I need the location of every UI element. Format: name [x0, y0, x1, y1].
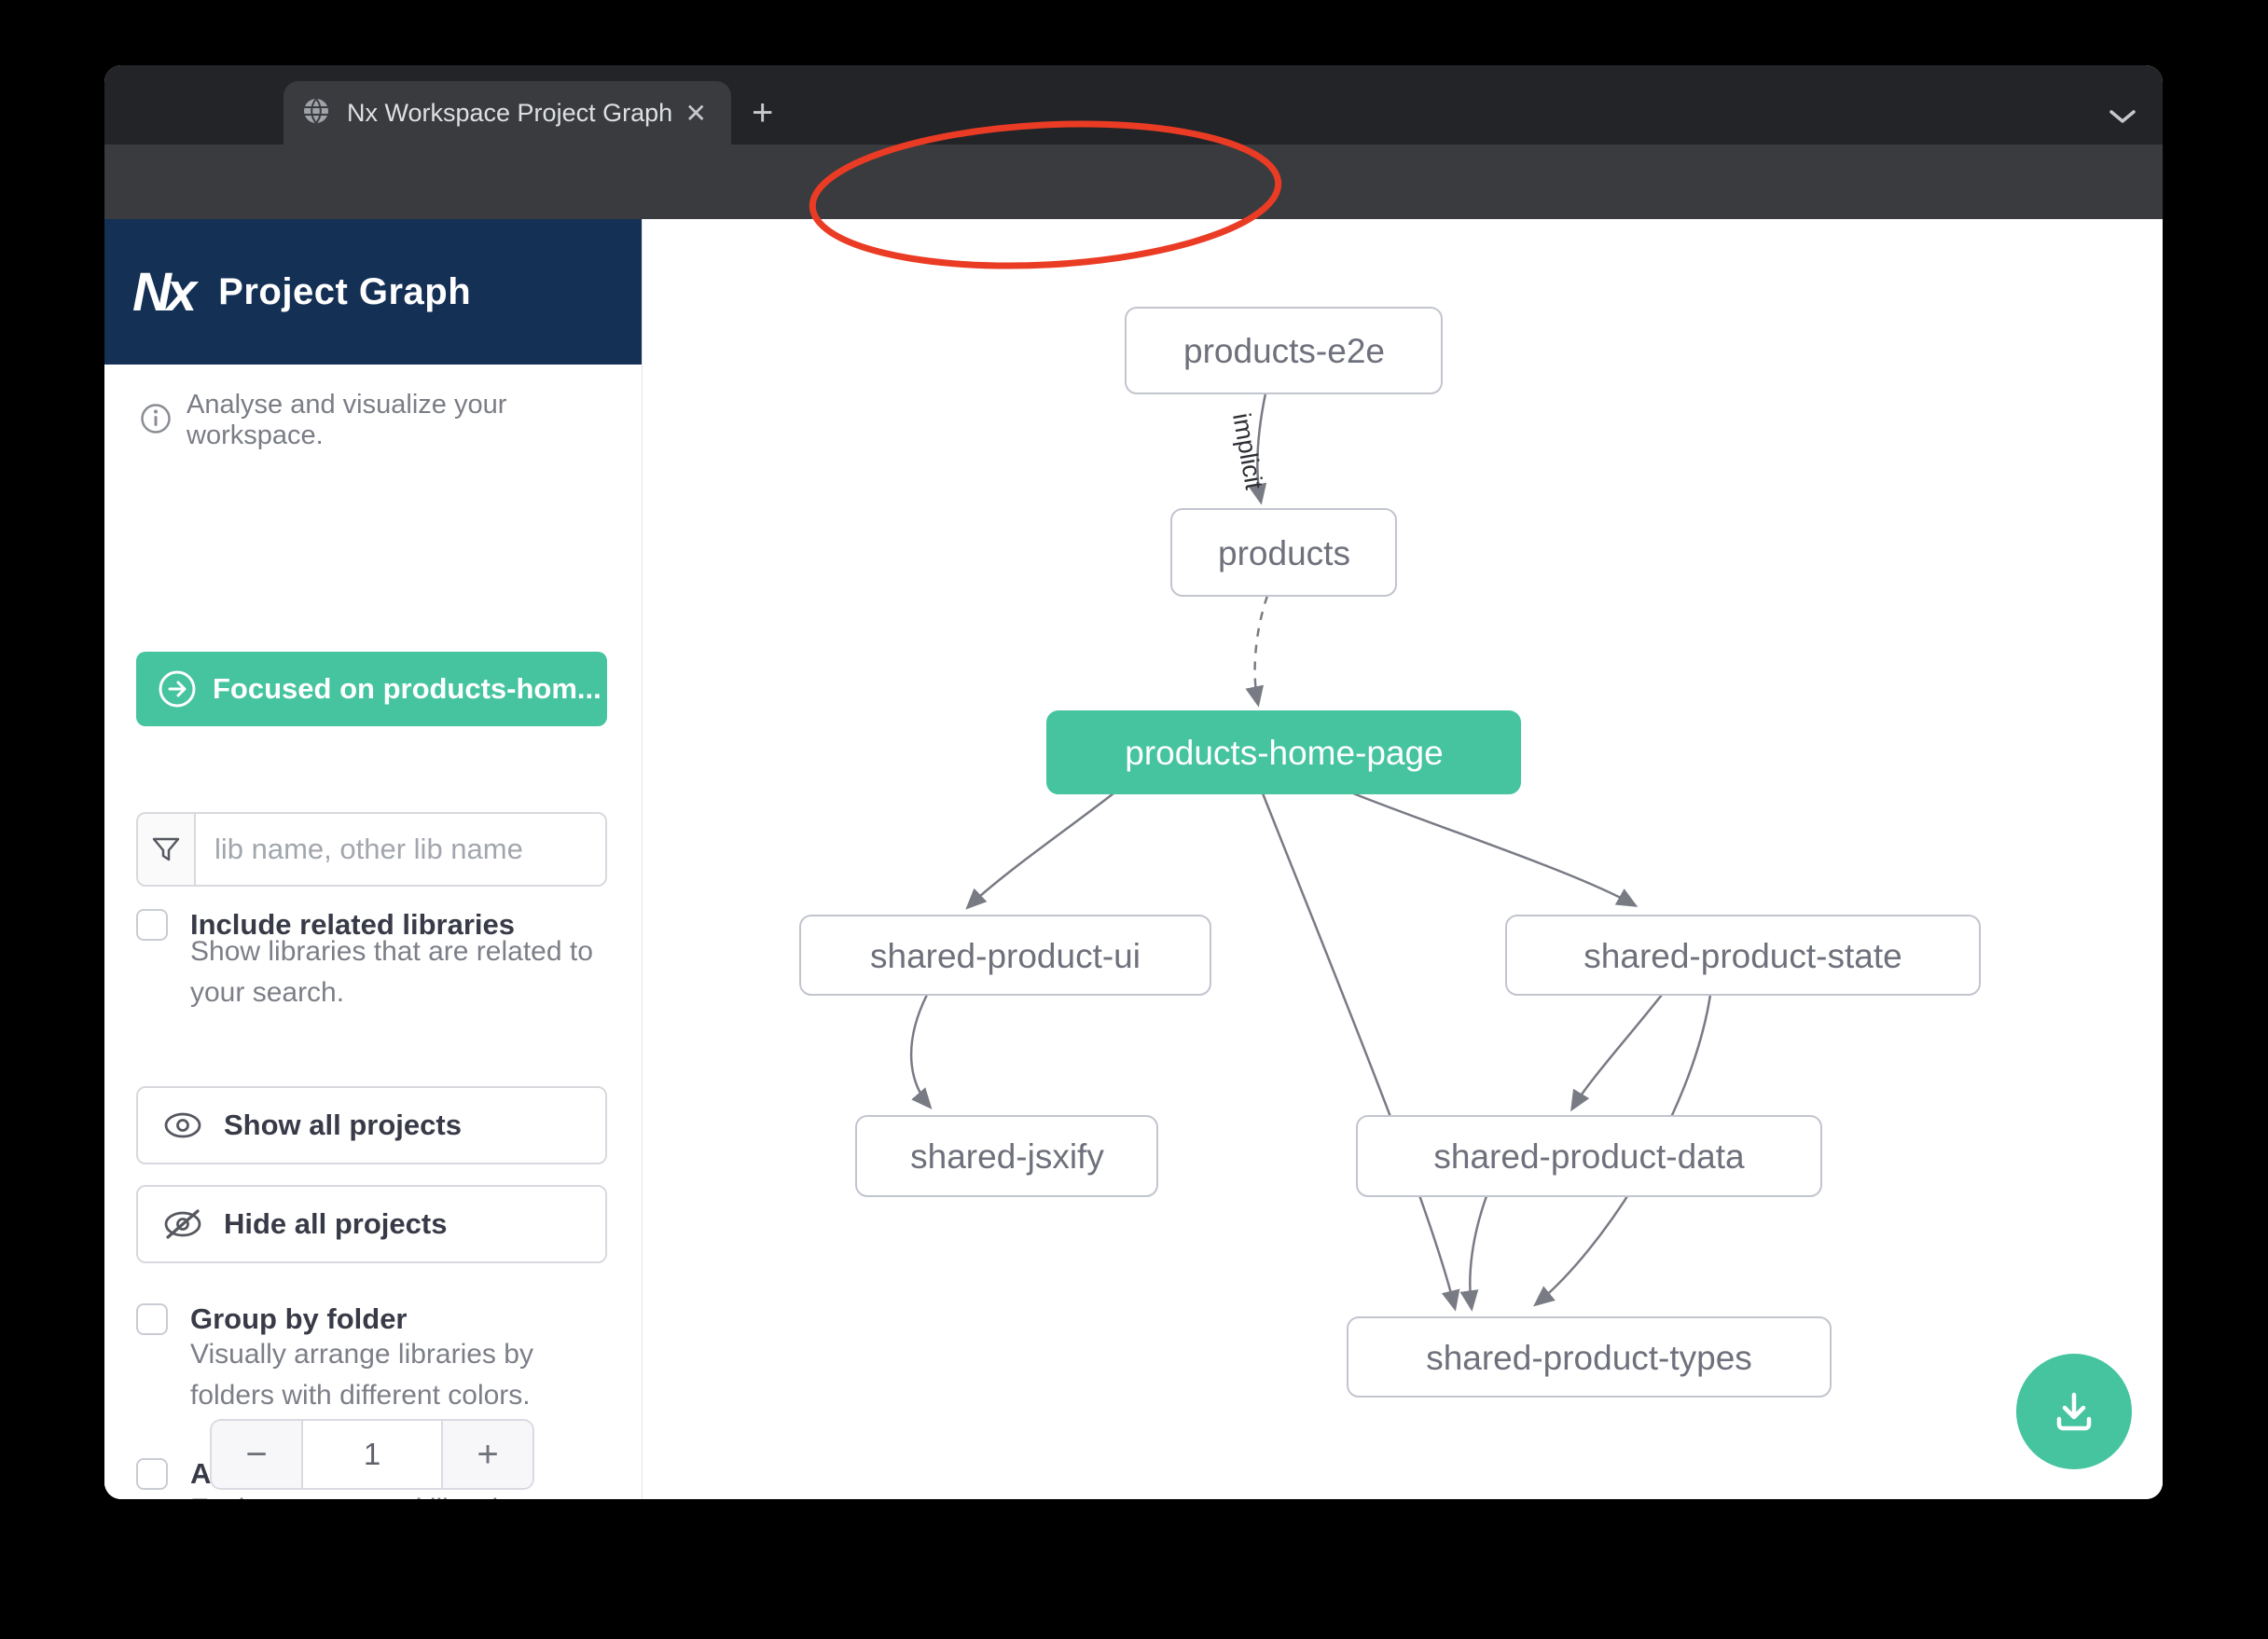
edge-state-data — [1572, 995, 1662, 1109]
tab-search-chevron-icon[interactable] — [2108, 108, 2137, 130]
activate-proximity-checkbox[interactable] — [136, 1458, 168, 1490]
svg-text:products-e2e: products-e2e — [1183, 332, 1385, 370]
arrow-right-circle-icon — [157, 668, 198, 709]
nx-logo: Nx — [132, 261, 192, 324]
page-content: Nx Project Graph Analyse and visualize y… — [104, 219, 2163, 1499]
svg-text:shared-product-types: shared-product-types — [1426, 1339, 1752, 1377]
svg-text:products: products — [1218, 534, 1350, 572]
download-icon — [2048, 1385, 2100, 1438]
edge-home-page-ui — [968, 793, 1113, 907]
group-by-folder-checkbox[interactable] — [136, 1303, 168, 1335]
app-title: Project Graph — [218, 271, 471, 313]
graph-canvas[interactable]: implicit products-e2e products products-… — [643, 219, 2163, 1499]
option-group-by-folder: Group by folder — [136, 1303, 408, 1335]
graph-nodes: products-e2e products products-home-page… — [800, 308, 1980, 1397]
hide-all-projects-label: Hide all projects — [224, 1207, 447, 1241]
focused-button[interactable]: Focused on products-hom... — [136, 652, 607, 726]
tab-title: Nx Workspace Project Graph — [347, 99, 680, 128]
focused-button-label: Focused on products-hom... — [213, 672, 602, 706]
edge-data-types — [1470, 1196, 1487, 1308]
edge-products-home-page — [1255, 596, 1267, 704]
tab-strip: Nx Workspace Project Graph ✕ + — [104, 65, 2163, 145]
activate-proximity-description: Explore connected libraries step by step… — [190, 1489, 610, 1499]
edge-home-page-state — [1353, 793, 1635, 905]
filter-field — [136, 812, 607, 887]
graph-node-products-e2e[interactable]: products-e2e — [1126, 308, 1442, 393]
show-all-projects-label: Show all projects — [224, 1109, 462, 1142]
tagline-text: Analyse and visualize your workspace. — [187, 390, 642, 451]
stepper-decrement-button[interactable]: − — [212, 1421, 303, 1488]
proximity-stepper: − 1 + — [210, 1419, 534, 1490]
group-by-folder-label: Group by folder — [190, 1303, 408, 1335]
show-all-projects-button[interactable]: Show all projects — [136, 1086, 607, 1164]
include-related-description: Show libraries that are related to your … — [190, 931, 610, 1013]
filter-input[interactable] — [196, 814, 605, 885]
edge-home-page-types — [1263, 793, 1455, 1308]
svg-text:products-home-page: products-home-page — [1125, 734, 1443, 772]
tab-close-icon[interactable]: ✕ — [680, 98, 712, 129]
tagline-row: Analyse and visualize your workspace. — [140, 390, 642, 451]
svg-text:shared-jsxify: shared-jsxify — [910, 1137, 1104, 1176]
info-icon — [140, 403, 172, 439]
graph-node-shared-product-data[interactable]: shared-product-data — [1357, 1116, 1821, 1196]
edge-ui-jsxify — [911, 995, 930, 1107]
hide-all-projects-button[interactable]: Hide all projects — [136, 1185, 607, 1263]
group-by-folder-description: Visually arrange libraries by folders wi… — [190, 1334, 610, 1416]
new-tab-button[interactable]: + — [752, 96, 773, 130]
svg-text:shared-product-ui: shared-product-ui — [870, 937, 1141, 975]
graph-node-products[interactable]: products — [1171, 509, 1396, 596]
sidebar: Nx Project Graph Analyse and visualize y… — [104, 219, 643, 1499]
funnel-icon — [138, 814, 196, 885]
graph-node-shared-product-ui[interactable]: shared-product-ui — [800, 916, 1210, 995]
include-related-checkbox[interactable] — [136, 909, 168, 941]
svg-text:shared-product-state: shared-product-state — [1583, 937, 1902, 975]
graph-node-shared-product-state[interactable]: shared-product-state — [1506, 916, 1980, 995]
edge-implicit-label: implicit — [1227, 411, 1268, 492]
stepper-increment-button[interactable]: + — [441, 1421, 532, 1488]
stepper-value: 1 — [303, 1421, 441, 1488]
eye-off-icon — [162, 1206, 203, 1242]
browser-window: Nx Workspace Project Graph ✕ + nrwl-nx-e… — [104, 65, 2163, 1499]
graph-node-shared-product-types[interactable]: shared-product-types — [1348, 1317, 1831, 1397]
graph-node-shared-jsxify[interactable]: shared-jsxify — [856, 1116, 1157, 1196]
download-graph-button[interactable] — [2016, 1354, 2132, 1469]
browser-toolbar: nrwl-nx-examples-dep-graph.netlify.app/?… — [104, 145, 2163, 219]
browser-tab[interactable]: Nx Workspace Project Graph ✕ — [284, 81, 731, 145]
eye-icon — [162, 1109, 203, 1141]
svg-text:shared-product-data: shared-product-data — [1433, 1137, 1745, 1176]
graph-node-products-home-page[interactable]: products-home-page — [1047, 711, 1520, 793]
sidebar-header: Nx Project Graph — [104, 219, 642, 365]
globe-favicon-icon — [302, 97, 330, 130]
